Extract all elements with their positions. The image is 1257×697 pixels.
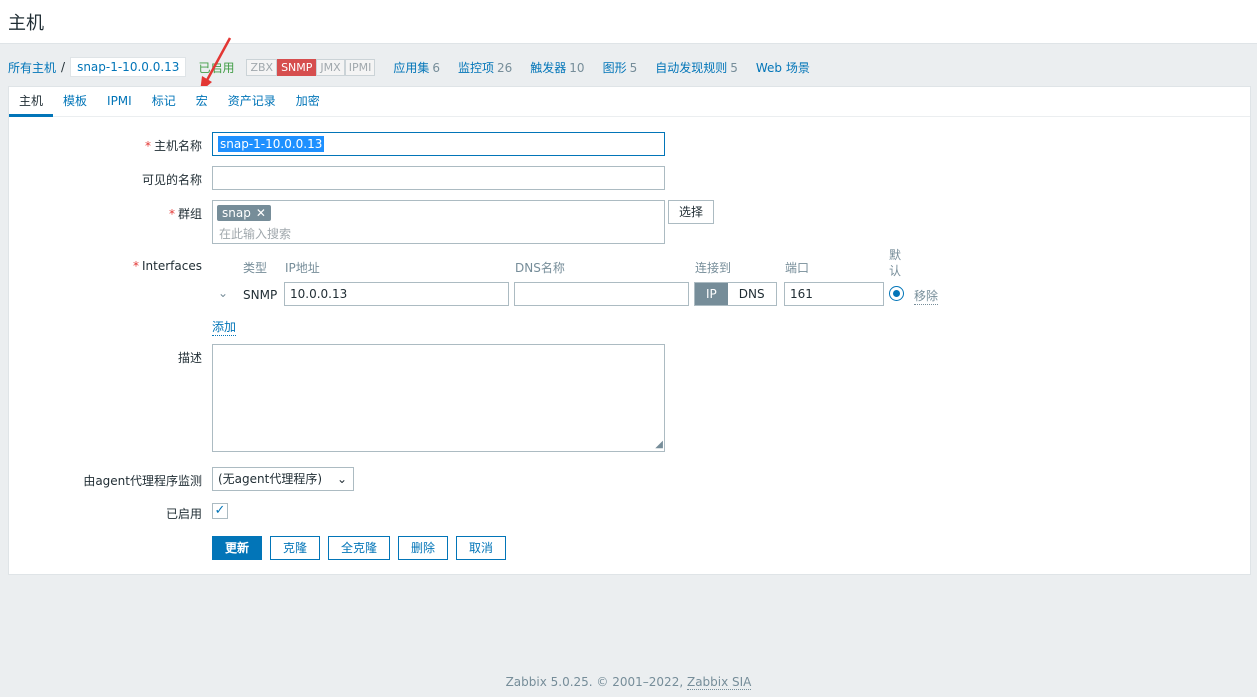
breadcrumb-all-hosts[interactable]: 所有主机 [8,59,56,76]
resize-handle-icon[interactable]: ◢ [655,440,663,450]
update-button[interactable]: 更新 [212,536,263,560]
remove-interface-link[interactable]: 移除 [914,287,939,305]
link-applications[interactable]: 应用集 6 [393,59,440,76]
link-web-scenarios-label: Web 场景 [755,60,810,75]
tab-bar: 主机 模板 IPMI 标记 宏 资产记录 加密 [9,87,1250,117]
group-tag-label: snap [222,206,251,220]
if-header-ip: IP地址 [285,261,320,275]
remove-tag-icon[interactable]: ✕ [256,206,266,220]
if-port-input[interactable]: 161 [784,282,884,306]
availability-zbx: ZBX [246,58,278,76]
chevron-down-icon[interactable]: ⌄ [218,286,228,300]
proxy-select-value: (无agent代理程序) [218,472,323,486]
connect-ip-button[interactable]: IP [695,283,728,305]
link-applications-label: 应用集 [393,60,430,75]
link-applications-count: 6 [432,60,440,75]
link-graphs-count: 5 [629,60,638,75]
if-dns-input[interactable] [514,282,689,306]
cancel-button[interactable]: 取消 [456,536,507,560]
interfaces-label-text: Interfaces [142,259,202,273]
availability-jmx: JMX [316,58,345,76]
availability-badges: ZBX SNMP JMX IPMI [246,58,376,76]
tab-inventory[interactable]: 资产记录 [218,87,286,117]
host-name-label-text: 主机名称 [153,139,202,153]
if-header-type: 类型 [243,261,268,275]
tab-tags[interactable]: 标记 [142,87,186,117]
chevron-down-icon: ⌄ [336,472,347,486]
host-name-label: * 主机名称 [144,139,202,153]
tab-host[interactable]: 主机 [9,87,54,117]
delete-button[interactable]: 删除 [398,536,449,560]
interfaces-label: * Interfaces [133,259,202,273]
footer-text: Zabbix 5.0.25. © 2001–2022, [505,675,684,689]
default-interface-radio[interactable] [889,286,904,301]
link-discovery-rules-count: 5 [730,60,738,75]
groups-label-text: 群组 [177,207,202,221]
select-groups-button[interactable]: 选择 [668,200,715,224]
host-name-value: snap-1-10.0.0.13 [218,136,325,152]
if-header-port: 端口 [785,261,810,275]
connect-dns-button[interactable]: DNS [728,283,776,305]
tab-ipmi[interactable]: IPMI [97,87,142,117]
description-textarea[interactable]: ◢ [212,344,665,452]
if-header-connect: 连接到 [695,261,732,275]
link-graphs-label: 图形 [602,60,627,75]
visible-name-label: 可见的名称 [141,173,202,187]
link-triggers-count: 10 [569,60,585,75]
add-interface-link[interactable]: 添加 [212,318,237,336]
visible-name-input[interactable] [212,166,665,190]
footer-link[interactable]: Zabbix SIA [686,675,752,690]
link-graphs[interactable]: 图形 5 [603,59,638,76]
link-items[interactable]: 监控项 26 [458,59,512,76]
link-items-label: 监控项 [457,60,494,75]
link-discovery-rules-label: 自动发现规则 [655,60,728,75]
page-title: 主机 [8,13,44,34]
proxy-label: 由agent代理程序监测 [83,474,202,488]
enabled-label: 已启用 [165,507,202,521]
if-type-value: SNMP [243,288,278,302]
breadcrumb: 所有主机 / snap-1-10.0.0.13 已启用 ZBX SNMP JMX… [8,56,810,78]
if-header-dns: DNS名称 [515,261,565,275]
tab-templates[interactable]: 模板 [53,87,97,117]
link-web-scenarios[interactable]: Web 场景 [756,59,810,76]
link-triggers[interactable]: 触发器 10 [530,59,584,76]
description-label: 描述 [177,351,202,365]
tab-encryption[interactable]: 加密 [286,87,330,117]
link-discovery-rules[interactable]: 自动发现规则 5 [655,59,738,76]
full-clone-button[interactable]: 全克隆 [328,536,391,560]
group-search-placeholder[interactable]: 在此输入搜索 [219,225,291,242]
link-items-count: 26 [497,60,513,75]
group-tag-snap: snap ✕ [217,205,271,221]
if-ip-input[interactable]: 10.0.0.13 [284,282,509,306]
groups-multiselect[interactable]: snap ✕ 在此输入搜索 [212,200,665,244]
link-triggers-label: 触发器 [530,60,567,75]
availability-snmp: SNMP [277,58,317,76]
tab-macros[interactable]: 宏 [186,87,218,117]
page-header: 主机 [0,0,1257,44]
clone-button[interactable]: 克隆 [270,536,321,560]
host-name-input[interactable]: snap-1-10.0.0.13 [212,132,665,156]
proxy-select[interactable]: (无agent代理程序) ⌄ [212,467,354,491]
breadcrumb-current-host[interactable]: snap-1-10.0.0.13 [70,57,187,77]
host-form-panel: 主机 模板 IPMI 标记 宏 资产记录 加密 * 主机名称 snap-1-10.… [8,86,1251,575]
availability-ipmi: IPMI [344,58,376,76]
groups-label: * 群组 [168,207,202,221]
enabled-checkbox[interactable]: ✓ [212,503,228,519]
breadcrumb-separator: / [61,60,66,74]
check-icon: ✓ [214,503,226,518]
footer: Zabbix 5.0.25. © 2001–2022, Zabbix SIA [0,675,1257,690]
if-header-default: 默认 [889,248,902,278]
connect-to-toggle: IP DNS [694,282,777,306]
